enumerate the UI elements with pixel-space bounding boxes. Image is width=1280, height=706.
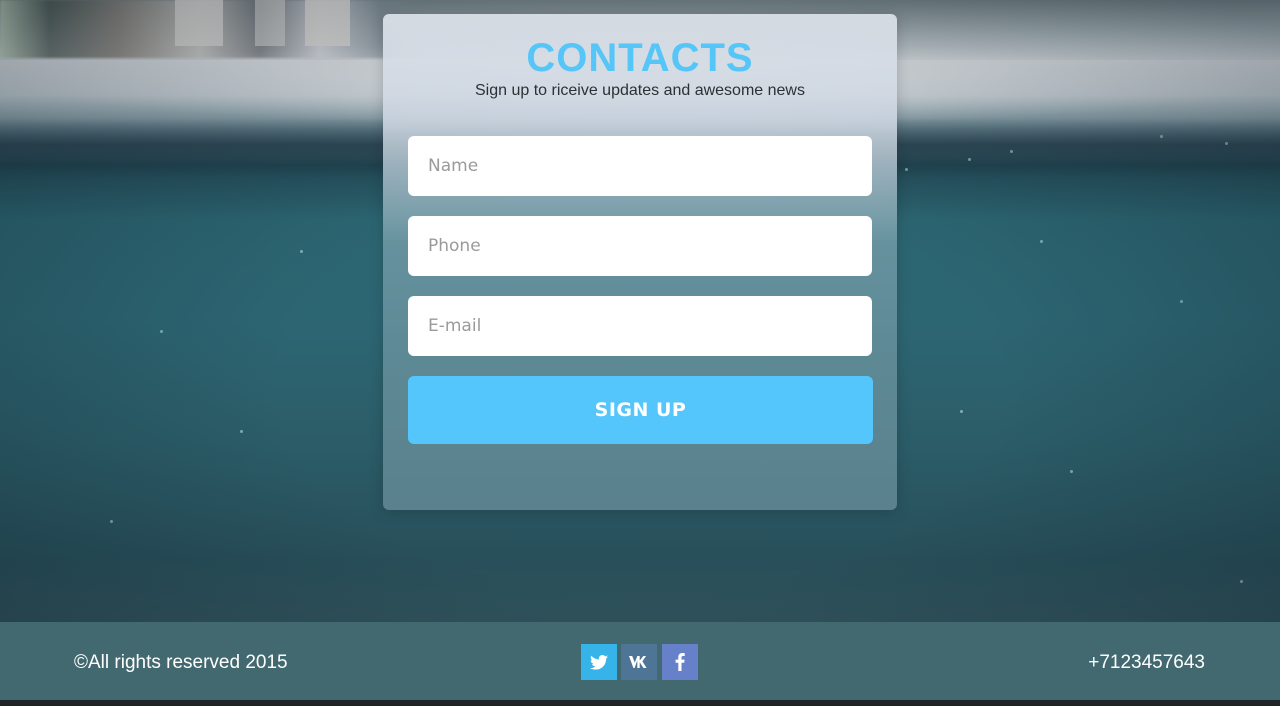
contact-form: CONTACTS Sign up to riceive updates and … [383,14,897,510]
phone-input[interactable] [408,216,872,276]
email-input[interactable] [408,296,872,356]
copyright-text: ©All rights reserved 2015 [74,652,288,673]
facebook-icon [675,653,685,671]
contact-title: CONTACTS [526,36,754,80]
twitter-icon [590,654,608,670]
sign-up-button[interactable]: SIGN UP [408,376,873,444]
phone-number: +7123457643 [1088,652,1205,673]
bottom-strip [0,700,1280,706]
twitter-link[interactable] [581,644,617,680]
contact-subtitle: Sign up to riceive updates and awesome n… [475,82,805,99]
facebook-link[interactable] [662,644,698,680]
vk-icon [629,656,647,668]
name-input[interactable] [408,136,872,196]
footer: ©All rights reserved 2015 +7123457643 [0,622,1280,700]
vk-link[interactable] [621,644,657,680]
